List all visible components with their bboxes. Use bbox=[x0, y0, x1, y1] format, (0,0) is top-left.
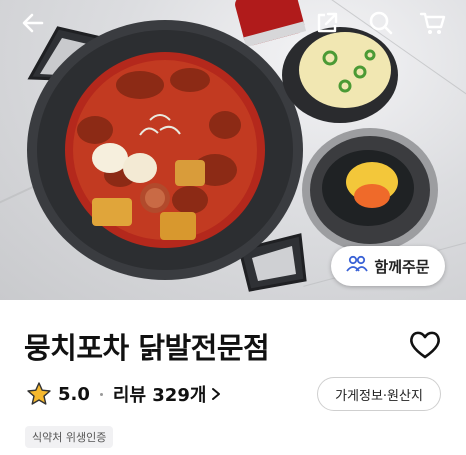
hygiene-badge: 식약처 위생인증 bbox=[25, 426, 114, 448]
heart-icon[interactable] bbox=[408, 329, 442, 361]
rating-score: 5.0 bbox=[58, 383, 90, 405]
store-info-button[interactable]: 가게정보·원산지 bbox=[317, 377, 441, 411]
top-bar bbox=[0, 0, 466, 46]
back-arrow-icon[interactable] bbox=[16, 6, 50, 40]
reviews-link[interactable]: 리뷰 329개 bbox=[113, 381, 223, 407]
rating-row: 5.0 리뷰 329개 bbox=[26, 378, 222, 410]
chevron-right-icon bbox=[212, 388, 221, 400]
separator-dot bbox=[99, 392, 103, 396]
order-together-label: 함께주문 bbox=[374, 257, 430, 276]
search-icon[interactable] bbox=[364, 6, 398, 40]
cart-icon[interactable] bbox=[416, 6, 450, 40]
group-people-icon bbox=[346, 255, 369, 277]
store-name: 뭉치포차 닭발전문점 bbox=[24, 331, 270, 365]
order-together-button[interactable]: 함께주문 bbox=[331, 246, 445, 286]
share-icon[interactable] bbox=[310, 6, 344, 40]
star-icon bbox=[26, 381, 52, 407]
reviews-label: 리뷰 329개 bbox=[112, 385, 207, 406]
